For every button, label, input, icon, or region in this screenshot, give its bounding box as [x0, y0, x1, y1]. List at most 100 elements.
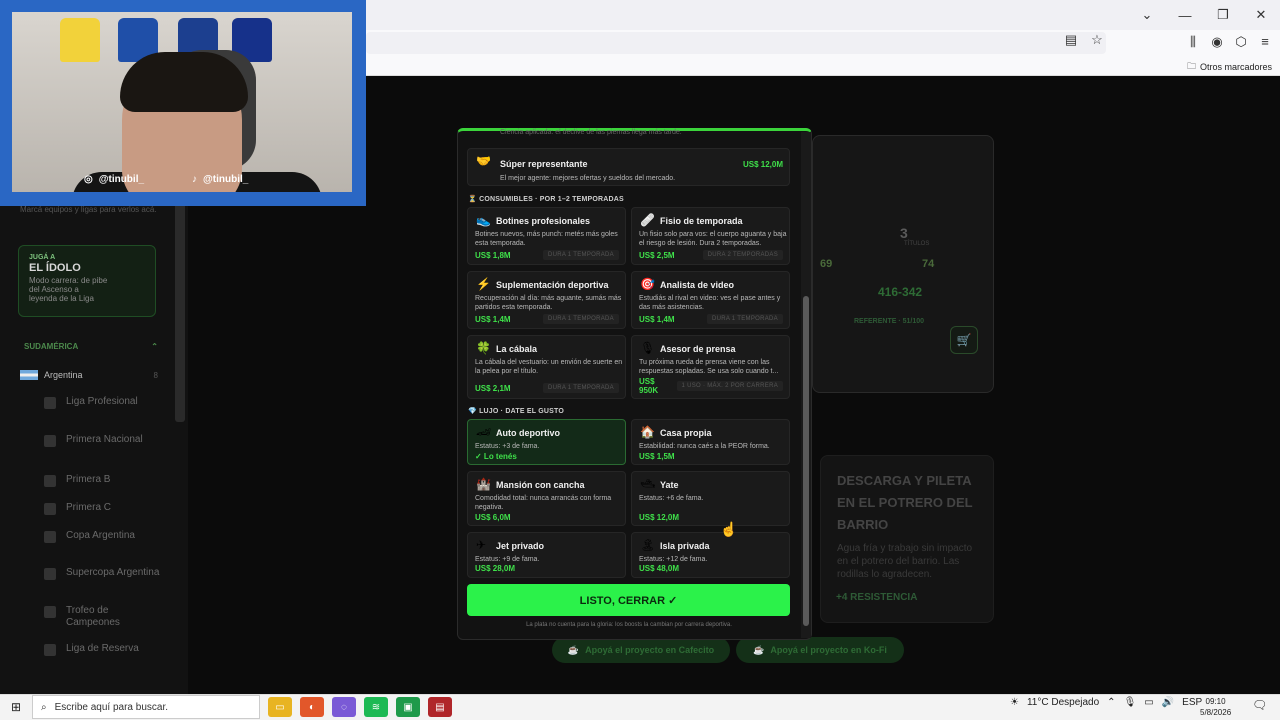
region-header[interactable]: SUDAMÉRICA ⌃ — [24, 342, 158, 351]
region-label: SUDAMÉRICA — [24, 342, 79, 351]
sidebar-item-competition[interactable]: Copa Argentina — [44, 530, 164, 543]
volume-icon[interactable]: 🔊 — [1162, 697, 1174, 708]
jersey-image — [60, 18, 100, 62]
cup-icon — [44, 531, 56, 543]
shop-cart-button[interactable]: 🛒 — [950, 326, 978, 354]
sidebar-item-competition[interactable]: Primera Nacional — [44, 434, 164, 447]
shop-item[interactable]: 🏠 Casa propia Estabilidad: nunca caés a … — [631, 419, 790, 465]
minimize-button[interactable]: — — [1166, 0, 1204, 30]
referee-status: REFERENTE · 51/100 — [854, 318, 925, 325]
search-icon: ⌕ — [41, 701, 47, 713]
item-price: US$ 1,5M — [639, 452, 675, 461]
weather-icon[interactable]: ☀ — [1010, 697, 1019, 708]
shop-item[interactable]: ⚡ Suplementación deportiva Recuperación … — [467, 271, 626, 329]
sidebar-item-competition[interactable]: Supercopa Argentina — [44, 567, 164, 580]
library-icon[interactable]: ⫼ — [1184, 34, 1202, 50]
event-desc: Agua fría y trabajo sin impacto en el po… — [837, 543, 973, 580]
clock[interactable]: 09:10 5/8/2026 — [1200, 696, 1231, 718]
sidebar-item-competition[interactable]: Primera B — [44, 474, 164, 487]
spotify-icon[interactable]: ≋ — [364, 697, 388, 717]
item-price: US$ 1,8M — [475, 251, 511, 260]
lightning-icon: ⚡ — [476, 277, 491, 291]
item-desc: Estatus: +12 de fama. — [639, 556, 708, 563]
close-window-button[interactable]: ✕ — [1242, 0, 1280, 30]
owned-label: ✓ Lo tenés — [475, 452, 517, 461]
item-desc: Un fisio solo para vos: el cuerpo aguant… — [639, 231, 787, 247]
country-count: 8 — [153, 370, 158, 380]
taskbar-apps: ▭ ◐ ◌ ≋ ▣ ▤ — [268, 697, 452, 717]
modal-scroll-thumb[interactable] — [803, 296, 809, 626]
sidebar-item-competition[interactable]: Trofeo de Campeones — [44, 605, 164, 629]
competition-label: Liga de Reserva — [66, 643, 139, 654]
shop-item[interactable]: 🏰 Mansión con cancha Comodidad total: nu… — [467, 471, 626, 526]
url-bar[interactable] — [366, 32, 1106, 54]
clover-icon: 🍀 — [476, 341, 491, 355]
sidebar-item-competition[interactable]: Liga Profesional — [44, 396, 164, 409]
country-row[interactable]: Argentina 8 — [20, 370, 158, 380]
sidebar-item-competition[interactable]: Liga de Reserva — [44, 643, 164, 656]
shop-item[interactable]: 🍀 La cábala La cábala del vestuario: un … — [467, 335, 626, 399]
shop-item-owned[interactable]: 🏎 Auto deportivo Estatus: +3 de fama. ✓ … — [467, 419, 626, 465]
country-label: Argentina — [44, 370, 83, 380]
shop-item[interactable]: 🏝 Isla privada Estatus: +12 de fama. US$… — [631, 532, 790, 578]
airplane-icon: ✈ — [476, 538, 487, 552]
notifications-icon[interactable]: 🗨 — [1252, 698, 1267, 712]
item-name: Fisio de temporada — [660, 216, 743, 226]
shop-item[interactable]: 👟 Botines profesionales Botines nuevos, … — [467, 207, 626, 265]
trophy-icon — [44, 606, 56, 618]
weather-label[interactable]: 11°C Despejado — [1027, 697, 1099, 708]
idol-title: EL ÍDOLO — [29, 262, 81, 274]
clock-time: 09:10 — [1205, 697, 1226, 706]
castle-icon: 🏰 — [476, 477, 491, 491]
extensions-icon[interactable]: ⬡ — [1232, 34, 1250, 50]
firefox-icon[interactable]: ◐ — [300, 697, 324, 717]
shop-item[interactable]: 🎯 Analista de video Estudiás al rival en… — [631, 271, 790, 329]
item-desc: Recuperación al día: más aguante, sumás … — [475, 295, 622, 311]
consumables-header-label: CONSUMIBLES · POR 1–2 TEMPORADAS — [479, 196, 624, 203]
item-name: Jet privado — [496, 541, 545, 551]
support-cafecito-button[interactable]: ☕ Apoyá el proyecto en Cafecito — [552, 637, 730, 663]
chat-app-icon[interactable]: ◌ — [332, 697, 356, 717]
item-price: US$ 2,1M — [475, 384, 511, 393]
bookmark-star-icon[interactable]: ☆ — [1088, 32, 1106, 48]
sidebar-item-competition[interactable]: Primera C — [44, 502, 164, 515]
webcam-overlay: ◎ @tinubil_ ♪ @tinubil_ — [0, 0, 366, 206]
tab-list-chevron-icon[interactable]: ⌄ — [1128, 0, 1166, 30]
maximize-button[interactable]: ❐ — [1204, 0, 1242, 30]
boot-icon: 👟 — [476, 213, 491, 227]
chevron-up-icon: ⌃ — [151, 342, 158, 351]
reader-view-icon[interactable]: ▤ — [1062, 32, 1080, 48]
yacht-icon: 🛥 — [640, 477, 656, 491]
competition-label: Copa Argentina — [66, 530, 135, 541]
shop-item[interactable]: 🛥 Yate Estatus: +6 de fama. US$ 12,0M — [631, 471, 790, 526]
account-icon[interactable]: ◉ — [1208, 34, 1226, 50]
sports-car-icon: 🏎 — [476, 425, 492, 439]
game-app-icon[interactable]: ▣ — [396, 697, 420, 717]
argentina-flag-icon — [20, 370, 38, 380]
video-app-icon[interactable]: ▤ — [428, 697, 452, 717]
other-bookmarks-button[interactable]: 🗀 Otros marcadores — [1187, 59, 1272, 75]
taskbar-search[interactable]: ⌕ Escribe aquí para buscar. — [32, 695, 260, 719]
tray-chevron-icon[interactable]: ⌃ — [1107, 697, 1115, 708]
clock-date: 5/8/2026 — [1200, 708, 1232, 717]
tiktok-label: @tinubil_ — [203, 174, 249, 185]
instagram-icon: ◎ — [84, 174, 93, 185]
sidebar-scrollbar[interactable] — [175, 200, 185, 422]
shop-item[interactable]: 🎙 Asesor de prensa Tu próxima rueda de p… — [631, 335, 790, 399]
support-kofi-button[interactable]: ☕ Apoyá el proyecto en Ko-Fi — [736, 637, 904, 663]
modal-footnote: La plata no cuenta para la gloria: los b… — [526, 622, 732, 628]
network-icon[interactable]: ▭ — [1144, 697, 1153, 708]
file-explorer-icon[interactable]: ▭ — [268, 697, 292, 717]
microphone-icon[interactable]: 🎙 — [1124, 697, 1137, 708]
idol-mode-card[interactable]: JUGÁ A EL ÍDOLO Modo carrera: de pibe de… — [18, 245, 156, 317]
item-name: Auto deportivo — [496, 428, 560, 438]
hand-cursor-icon: ☝ — [720, 521, 738, 537]
shop-item-super-rep[interactable]: 🤝 Súper representante El mejor agente: m… — [467, 148, 790, 186]
shop-item[interactable]: ✈ Jet privado Estatus: +9 de fama. US$ 2… — [467, 532, 626, 578]
windows-start-icon[interactable]: ⊞ — [6, 697, 26, 717]
shop-item[interactable]: 🩹 Fisio de temporada Un fisio solo para … — [631, 207, 790, 265]
item-name: La cábala — [496, 344, 538, 354]
cart-icon: 🛒 — [956, 333, 972, 347]
close-shop-button[interactable]: LISTO, CERRAR ✓ — [467, 584, 790, 616]
menu-icon[interactable]: ≡ — [1256, 34, 1274, 50]
